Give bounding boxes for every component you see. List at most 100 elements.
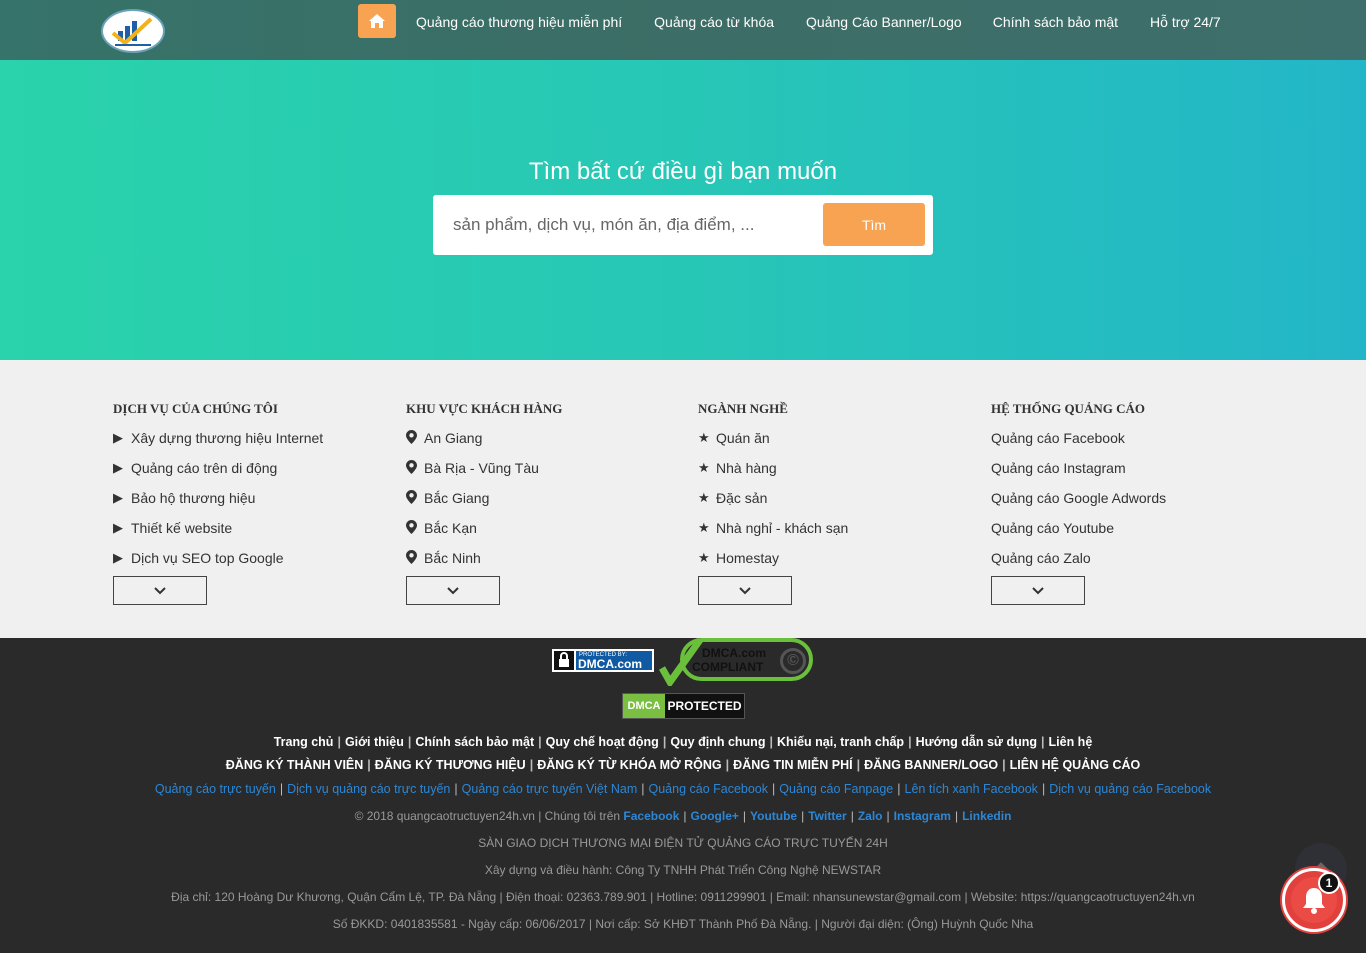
nav-link-banner-ads[interactable]: Quảng Cáo Banner/Logo	[790, 14, 978, 30]
search-input[interactable]	[443, 205, 813, 245]
footer-link[interactable]: Quảng cáo trực tuyến Việt Nam	[462, 782, 638, 796]
footer-link[interactable]: ĐĂNG KÝ THƯƠNG HIỆU	[375, 758, 526, 772]
regions-expand-button[interactable]	[406, 576, 500, 605]
industries-heading: NGÀNH NGHỀ	[698, 401, 788, 416]
map-marker-icon	[406, 550, 422, 568]
social-link-twitter[interactable]: Twitter	[808, 809, 846, 823]
ads-item[interactable]: Quảng cáo Zalo	[991, 542, 1271, 572]
social-link-linkedin[interactable]: Linkedin	[962, 809, 1011, 823]
caret-right-icon: ▶	[113, 550, 123, 565]
services-expand-button[interactable]	[113, 576, 207, 605]
copyright-icon: ©	[780, 648, 806, 674]
footer-link[interactable]: Hướng dẫn sử dụng	[916, 735, 1037, 749]
footer-link[interactable]: Giới thiệu	[345, 735, 404, 749]
map-marker-icon	[406, 490, 422, 508]
region-item[interactable]: Bà Rịa - Vũng Tàu	[406, 452, 686, 482]
map-marker-icon	[406, 430, 422, 448]
footer-link[interactable]: Quy chế hoạt động	[546, 735, 659, 749]
social-link-googleplus[interactable]: Google+	[691, 809, 739, 823]
nav-link-privacy[interactable]: Chính sách bảo mật	[978, 14, 1134, 30]
footer-link[interactable]: Dịch vụ quảng cáo Facebook	[1049, 782, 1211, 796]
dmca-protected-badge[interactable]: DMCA PROTECTED	[622, 693, 745, 719]
industries-expand-button[interactable]	[698, 576, 792, 605]
footer-link[interactable]: Khiếu nại, tranh chấp	[777, 735, 904, 749]
footer-link[interactable]: Lên tích xanh Facebook	[905, 782, 1038, 796]
ads-item[interactable]: Quảng cáo Youtube	[991, 512, 1271, 542]
footer-link[interactable]: Quảng cáo trực tuyến	[155, 782, 276, 796]
chevron-down-icon	[154, 586, 166, 594]
social-link-zalo[interactable]: Zalo	[858, 809, 883, 823]
footer-link[interactable]: ĐĂNG TIN MIỄN PHÍ	[733, 758, 852, 772]
ads-column: HỆ THỐNG QUẢNG CÁO Quảng cáo Facebook Qu…	[991, 400, 1271, 605]
service-item[interactable]: ▶ Bảo hộ thương hiệu	[113, 482, 393, 512]
industry-item[interactable]: ★ Đặc sản	[698, 482, 978, 512]
social-link-facebook[interactable]: Facebook	[623, 809, 679, 823]
chevron-down-icon	[739, 586, 751, 594]
ads-expand-button[interactable]	[991, 576, 1085, 605]
industry-item[interactable]: ★ Quán ăn	[698, 422, 978, 452]
home-button[interactable]	[358, 4, 396, 38]
nav-link-keyword-ads[interactable]: Quảng cáo từ khóa	[638, 14, 790, 30]
footer-link[interactable]: Liên hệ	[1049, 735, 1093, 749]
caret-right-icon: ▶	[113, 490, 123, 505]
footer: PROTECTED BY: DMCA.com DMCA.com COMPLIAN…	[0, 638, 1366, 953]
service-item[interactable]: ▶ Dịch vụ SEO top Google	[113, 542, 393, 572]
footer-link[interactable]: Chính sách bảo mật	[415, 735, 534, 749]
footer-link[interactable]: ĐĂNG KÝ TỪ KHÓA MỞ RỘNG	[537, 758, 721, 772]
regions-column: KHU VỰC KHÁCH HÀNG An Giang Bà Rịa - Vũn…	[406, 400, 686, 605]
site-logo[interactable]	[101, 9, 165, 53]
caret-right-icon: ▶	[113, 460, 123, 475]
star-icon: ★	[698, 490, 710, 505]
chevron-down-icon	[447, 586, 459, 594]
dmca-protected-by-badge[interactable]: PROTECTED BY: DMCA.com	[552, 649, 654, 672]
nav-link-free-brand-ads[interactable]: Quảng cáo thương hiệu miễn phí	[400, 14, 638, 30]
chevron-down-icon	[1032, 586, 1044, 594]
footer-link[interactable]: Dịch vụ quảng cáo trực tuyến	[287, 782, 450, 796]
footer-link[interactable]: LIÊN HỆ QUẢNG CÁO	[1010, 758, 1141, 772]
ads-item[interactable]: Quảng cáo Google Adwords	[991, 482, 1271, 512]
industry-item[interactable]: ★ Nhà nghỉ - khách sạn	[698, 512, 978, 542]
region-item[interactable]: An Giang	[406, 422, 686, 452]
footer-link[interactable]: Quảng cáo Fanpage	[779, 782, 893, 796]
industry-item[interactable]: ★ Homestay	[698, 542, 978, 572]
footer-link[interactable]: Trang chủ	[274, 735, 334, 749]
hero-title: Tìm bất cứ điều gì bạn muốn	[528, 158, 838, 185]
footer-link[interactable]: ĐĂNG KÝ THÀNH VIÊN	[226, 758, 364, 772]
hero-search-section: Tìm bất cứ điều gì bạn muốn Tìm	[0, 60, 1366, 360]
nav-link-support[interactable]: Hỗ trợ 24/7	[1134, 14, 1237, 30]
footer-registration-info: Số ĐKKD: 0401835581 - Ngày cấp: 06/06/20…	[332, 917, 1034, 931]
star-icon: ★	[698, 520, 710, 535]
footer-link[interactable]: ĐĂNG BANNER/LOGO	[864, 758, 998, 772]
regions-heading: KHU VỰC KHÁCH HÀNG	[406, 401, 563, 416]
top-navbar: Quảng cáo thương hiệu miễn phí Quảng cáo…	[0, 0, 1366, 60]
directory-section: DỊCH VỤ CỦA CHÚNG TÔI ▶ Xây dựng thương h…	[0, 360, 1366, 638]
footer-platform-name: SÀN GIAO DỊCH THƯƠNG MẠI ĐIỆN TỬ QUẢNG C…	[478, 836, 888, 850]
region-item[interactable]: Bắc Kạn	[406, 512, 686, 542]
ads-item[interactable]: Quảng cáo Facebook	[991, 422, 1271, 452]
footer-contact: Địa chỉ: 120 Hoàng Dư Khương, Quận Cẩm L…	[171, 890, 1195, 904]
search-button[interactable]: Tìm	[823, 203, 925, 246]
caret-right-icon: ▶	[113, 520, 123, 535]
dmca-compliant-badge[interactable]: DMCA.com COMPLIANT ©	[656, 638, 814, 686]
notification-count-badge: 1	[1318, 872, 1340, 894]
service-item[interactable]: ▶ Quảng cáo trên di động	[113, 452, 393, 482]
region-item[interactable]: Bắc Ninh	[406, 542, 686, 572]
region-item[interactable]: Bắc Giang	[406, 482, 686, 512]
services-column: DỊCH VỤ CỦA CHÚNG TÔI ▶ Xây dựng thương h…	[113, 400, 393, 605]
footer-links-services: Quảng cáo trực tuyến | Dịch vụ quảng cáo t…	[154, 782, 1212, 796]
footer-link[interactable]: Quảng cáo Facebook	[648, 782, 768, 796]
search-box: Tìm	[433, 195, 933, 255]
social-link-youtube[interactable]: Youtube	[750, 809, 797, 823]
caret-right-icon: ▶	[113, 430, 123, 445]
ads-item[interactable]: Quảng cáo Instagram	[991, 452, 1271, 482]
lock-icon	[559, 652, 569, 667]
services-heading: DỊCH VỤ CỦA CHÚNG TÔI	[113, 401, 278, 416]
social-link-instagram[interactable]: Instagram	[894, 809, 951, 823]
star-icon: ★	[698, 430, 710, 445]
nav-links: Quảng cáo thương hiệu miễn phí Quảng cáo…	[400, 0, 1237, 44]
industries-column: NGÀNH NGHỀ ★ Quán ăn ★ Nhà hàng ★ Đặc sản ★…	[698, 400, 978, 605]
industry-item[interactable]: ★ Nhà hàng	[698, 452, 978, 482]
service-item[interactable]: ▶ Xây dựng thương hiệu Internet	[113, 422, 393, 452]
footer-link[interactable]: Quy định chung	[670, 735, 765, 749]
service-item[interactable]: ▶ Thiết kế website	[113, 512, 393, 542]
